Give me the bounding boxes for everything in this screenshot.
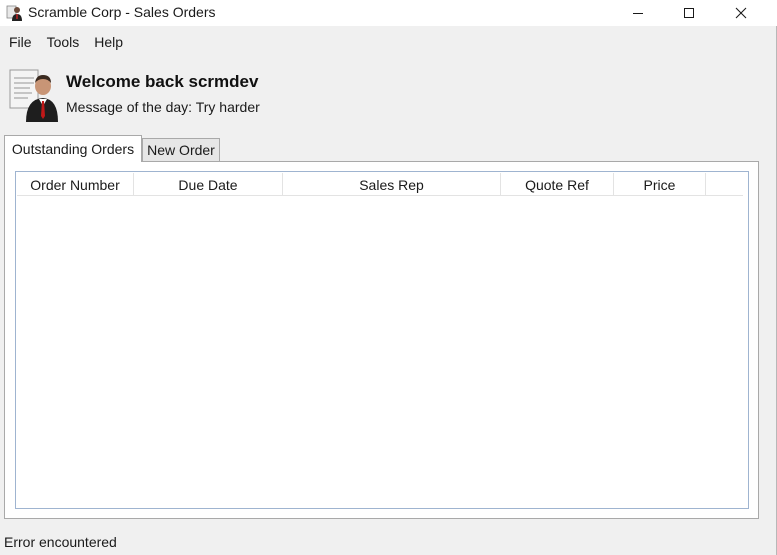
tab-panel-outstanding-orders: Order Number Due Date Sales Rep Quote Re… [4,161,759,519]
menu-bar: File Tools Help [0,29,768,55]
orders-table-body[interactable] [17,197,747,507]
tab-label: New Order [147,142,215,158]
tab-new-order[interactable]: New Order [142,138,220,161]
tab-outstanding-orders[interactable]: Outstanding Orders [4,135,142,162]
title-bar[interactable]: Scramble Corp - Sales Orders [0,0,777,26]
message-of-the-day: Message of the day: Try harder [66,99,260,115]
minimize-button[interactable] [613,0,663,26]
status-text: Error encountered [4,534,117,550]
close-button[interactable] [716,0,766,26]
column-header-due-date[interactable]: Due Date [134,173,283,196]
column-header-price[interactable]: Price [614,173,706,196]
close-icon [735,7,747,19]
orders-table-header: Order Number Due Date Sales Rep Quote Re… [17,173,743,196]
status-bar: Error encountered [0,528,770,555]
minimize-icon [633,13,643,14]
welcome-heading: Welcome back scrmdev [66,72,259,91]
maximize-button[interactable] [664,0,714,26]
orders-list-view[interactable]: Order Number Due Date Sales Rep Quote Re… [15,171,749,509]
maximize-icon [684,8,694,18]
menu-help[interactable]: Help [88,34,129,50]
application-window: Scramble Corp - Sales Orders File Tools … [0,0,777,555]
user-profile-icon [9,69,58,122]
tab-label: Outstanding Orders [11,141,135,157]
user-icon [6,5,22,21]
column-header-quote-ref[interactable]: Quote Ref [501,173,614,196]
menu-file[interactable]: File [3,34,38,50]
column-header-order-number[interactable]: Order Number [17,173,134,196]
window-title: Scramble Corp - Sales Orders [28,4,216,20]
menu-tools[interactable]: Tools [41,34,86,50]
column-header-sales-rep[interactable]: Sales Rep [283,173,501,196]
